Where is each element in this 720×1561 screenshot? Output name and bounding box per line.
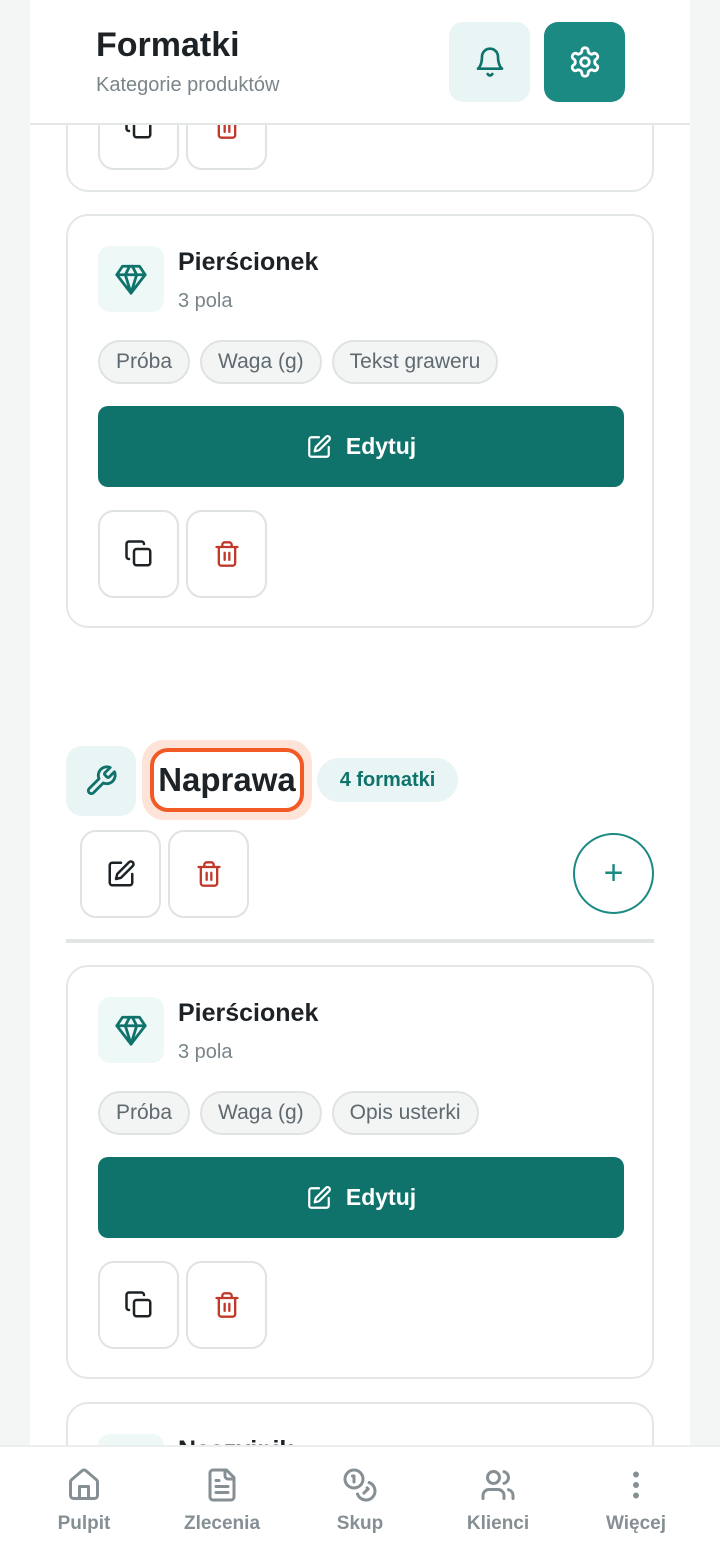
field-chip: Opis usterki <box>331 1091 479 1135</box>
trash-icon <box>214 541 239 567</box>
field-chip: Tekst graweru <box>331 340 499 384</box>
nav-label: Zlecenia <box>183 1513 261 1534</box>
card-icon <box>98 246 164 312</box>
field-chip: Próba <box>98 1091 191 1135</box>
edit-button[interactable]: Edytuj <box>98 1157 624 1238</box>
nav-label: Skup <box>336 1513 384 1534</box>
edit-button-label: Edytuj <box>345 433 417 459</box>
home-icon <box>64 1465 104 1505</box>
field-chips: Próba Waga (g) Opis usterki <box>98 1091 479 1135</box>
app-screen: Pierścionek 3 pola Próba Waga (g) Tekst … <box>30 0 690 1561</box>
nav-item-wiecej[interactable]: Więcej <box>567 1447 705 1561</box>
delete-button[interactable] <box>186 1261 267 1349</box>
coins-icon <box>340 1465 380 1505</box>
template-card: Pierścionek 3 pola Próba Waga (g) Tekst … <box>66 214 654 628</box>
delete-category-button[interactable] <box>168 830 249 918</box>
settings-button[interactable] <box>544 22 625 102</box>
field-chip: Waga (g) <box>200 1091 322 1135</box>
nav-item-pulpit[interactable]: Pulpit <box>15 1447 153 1561</box>
gear-icon <box>570 46 599 78</box>
field-chips: Próba Waga (g) Tekst graweru <box>98 340 499 384</box>
category-divider <box>66 939 654 943</box>
duplicate-button[interactable] <box>98 1261 179 1349</box>
copy-icon <box>124 540 151 567</box>
wrench-icon <box>86 765 117 796</box>
nav-item-skup[interactable]: Skup <box>291 1447 429 1561</box>
page-subtitle: Kategorie produktów <box>96 74 280 96</box>
edit-icon <box>108 860 135 887</box>
card-icon <box>98 1434 164 1445</box>
bottom-navigation: Pulpit Zlecenia Skup Klienci Więcej <box>0 1445 720 1561</box>
app-header: Formatki Kategorie produktów <box>30 0 690 125</box>
category-name[interactable]: Naprawa <box>150 748 304 812</box>
category-icon <box>66 746 136 816</box>
card-field-count: 3 pola <box>178 290 233 312</box>
scroll-content[interactable]: Pierścionek 3 pola Próba Waga (g) Tekst … <box>30 0 690 1445</box>
edit-icon <box>308 1185 331 1209</box>
edit-category-button[interactable] <box>80 830 161 918</box>
bell-icon <box>476 47 503 77</box>
edit-button[interactable]: Edytuj <box>98 406 624 487</box>
trash-icon <box>214 1292 239 1318</box>
users-icon <box>478 1465 518 1505</box>
add-template-button[interactable]: + <box>573 833 654 914</box>
template-card: Pierścionek 3 pola Próba Waga (g) Opis u… <box>66 965 654 1379</box>
plus-icon: + <box>603 854 624 892</box>
nav-label: Pulpit <box>57 1513 111 1534</box>
nav-item-klienci[interactable]: Klienci <box>429 1447 567 1561</box>
field-chip: Waga (g) <box>200 340 322 384</box>
gem-icon <box>115 264 147 295</box>
edit-icon <box>308 434 331 458</box>
nav-label: Więcej <box>605 1513 667 1534</box>
gem-icon <box>115 1015 147 1046</box>
duplicate-button[interactable] <box>98 510 179 598</box>
document-icon <box>202 1465 242 1505</box>
field-chip: Próba <box>98 340 191 384</box>
card-icon <box>98 997 164 1063</box>
category-count-badge: 4 formatki <box>317 758 458 802</box>
page-title: Formatki <box>96 26 240 64</box>
more-vertical-icon <box>616 1465 656 1505</box>
edit-button-label: Edytuj <box>345 1184 417 1210</box>
nav-label: Klienci <box>466 1513 530 1534</box>
nav-item-zlecenia[interactable]: Zlecenia <box>153 1447 291 1561</box>
delete-button[interactable] <box>186 510 267 598</box>
copy-icon <box>124 1291 151 1318</box>
card-title: Naszyjnik <box>178 1436 293 1445</box>
template-card-partial: Naszyjnik <box>66 1402 654 1445</box>
notifications-button[interactable] <box>449 22 530 102</box>
card-field-count: 3 pola <box>178 1041 233 1063</box>
card-title: Pierścionek <box>178 248 319 276</box>
trash-icon <box>196 861 221 887</box>
card-title: Pierścionek <box>178 999 319 1027</box>
